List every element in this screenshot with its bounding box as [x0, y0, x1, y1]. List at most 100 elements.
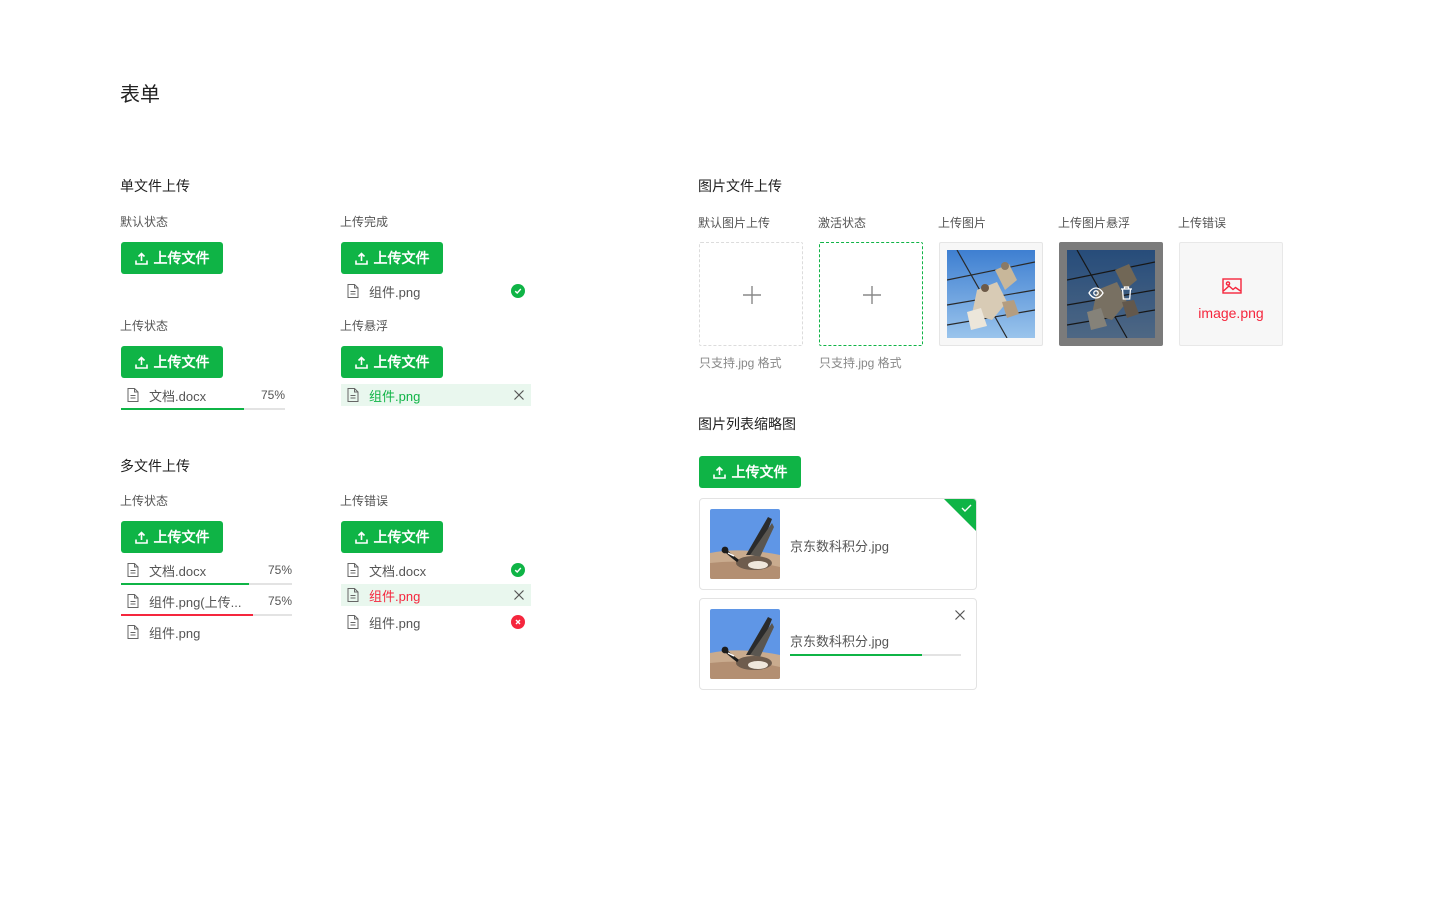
progress-fill: [121, 614, 253, 616]
uploaded-image[interactable]: [939, 242, 1043, 346]
thumbnail-image: [710, 509, 780, 579]
file-item[interactable]: 组件.png(上传... 75%: [121, 590, 292, 612]
page-title: 表单: [120, 84, 160, 106]
file-name: 文档.docx: [149, 563, 207, 579]
image-item-label: 上传错误: [1178, 216, 1227, 230]
upload-icon: [354, 251, 368, 265]
progress-bar: [121, 408, 285, 410]
multi-uploading-label: 上传状态: [120, 494, 169, 508]
single-default-label: 默认状态: [120, 215, 169, 229]
goose-photo: [710, 509, 780, 579]
file-icon: [127, 625, 139, 639]
upload-button-label: 上传文件: [153, 250, 210, 266]
file-item[interactable]: 组件.png: [341, 611, 531, 633]
file-name: 组件.png: [369, 615, 421, 631]
multi-error-label: 上传错误: [340, 494, 389, 508]
thumbnail-filename: 京东数科积分.jpg: [790, 634, 889, 649]
file-name: 组件.png: [149, 625, 201, 641]
file-item[interactable]: 文档.docx: [341, 559, 531, 581]
thumbnail-card[interactable]: 京东数科积分.jpg: [699, 498, 977, 590]
upload-button-label: 上传文件: [373, 354, 430, 370]
upload-button-label: 上传文件: [153, 529, 210, 545]
upload-button-label: 上传文件: [373, 250, 430, 266]
goose-photo: [710, 609, 780, 679]
upload-percent: 75%: [267, 563, 292, 577]
upload-icon: [134, 355, 148, 369]
thumbnail-filename: 京东数科积分.jpg: [790, 539, 889, 554]
success-icon: [511, 284, 525, 298]
upload-button-label: 上传文件: [153, 354, 210, 370]
file-item[interactable]: 组件.png: [121, 621, 292, 643]
progress-bar: [121, 614, 292, 616]
success-icon: [511, 563, 525, 577]
file-item[interactable]: 文档.docx 75%: [121, 559, 292, 581]
close-icon[interactable]: [513, 589, 525, 601]
upload-percent: 75%: [260, 388, 285, 402]
plus-icon: [743, 286, 761, 304]
file-name: 组件.png: [369, 588, 421, 604]
upload-percent: 75%: [267, 594, 292, 608]
file-icon: [127, 563, 139, 577]
upload-button-label: 上传文件: [373, 529, 430, 545]
file-icon: [127, 388, 139, 402]
upload-button[interactable]: 上传文件: [121, 242, 223, 274]
file-name: 组件.png: [369, 284, 421, 300]
image-error-filename: image.png: [1198, 305, 1264, 321]
thumbnail-list-title: 图片列表缩略图: [698, 416, 796, 432]
image-upload-title: 图片文件上传: [698, 178, 782, 194]
upload-icon: [354, 530, 368, 544]
uploaded-photo: [1067, 250, 1155, 338]
plus-icon: [863, 286, 881, 304]
close-icon[interactable]: [513, 389, 525, 401]
image-item-label: 默认图片上传: [698, 216, 771, 230]
single-hover-label: 上传悬浮: [340, 319, 389, 333]
upload-icon: [354, 355, 368, 369]
image-icon: [1222, 278, 1242, 294]
file-name: 组件.png: [369, 388, 421, 404]
file-item[interactable]: 组件.png: [341, 280, 531, 302]
image-error-box[interactable]: image.png: [1179, 242, 1283, 346]
upload-button[interactable]: 上传文件: [699, 456, 801, 488]
upload-button[interactable]: 上传文件: [341, 242, 443, 274]
progress-bar: [121, 583, 292, 585]
file-name: 组件.png(上传...: [149, 594, 242, 610]
file-name: 文档.docx: [149, 388, 207, 404]
trash-icon[interactable]: [1120, 286, 1133, 300]
single-done-label: 上传完成: [340, 215, 389, 229]
image-upload-box-active[interactable]: [819, 242, 923, 346]
single-uploading-label: 上传状态: [120, 319, 169, 333]
eye-icon[interactable]: [1088, 287, 1104, 299]
uploaded-photo: [947, 250, 1035, 338]
image-upload-box[interactable]: [699, 242, 803, 346]
upload-button[interactable]: 上传文件: [121, 346, 223, 378]
image-item-label: 上传图片: [938, 216, 987, 230]
file-item[interactable]: 文档.docx 75%: [121, 384, 285, 406]
file-icon: [347, 588, 359, 602]
format-hint: 只支持.jpg 格式: [699, 356, 782, 370]
file-name: 文档.docx: [369, 563, 427, 579]
multi-upload-title: 多文件上传: [120, 458, 190, 474]
error-icon: [511, 615, 525, 629]
upload-button-label: 上传文件: [731, 464, 788, 480]
file-icon: [347, 615, 359, 629]
upload-icon: [712, 465, 726, 479]
file-item[interactable]: 组件.png: [341, 584, 531, 606]
thumbnail-card[interactable]: 京东数科积分.jpg: [699, 598, 977, 690]
thumbnail-image: [710, 609, 780, 679]
upload-button[interactable]: 上传文件: [121, 521, 223, 553]
success-corner-icon: [944, 499, 976, 531]
progress-fill: [121, 408, 244, 410]
upload-icon: [134, 530, 148, 544]
format-hint: 只支持.jpg 格式: [819, 356, 902, 370]
upload-button[interactable]: 上传文件: [341, 521, 443, 553]
image-item-label: 上传图片悬浮: [1058, 216, 1131, 230]
close-icon[interactable]: [954, 609, 966, 621]
upload-icon: [134, 251, 148, 265]
single-upload-title: 单文件上传: [120, 178, 190, 194]
file-item[interactable]: 组件.png: [341, 384, 531, 406]
upload-button[interactable]: 上传文件: [341, 346, 443, 378]
image-item-label: 激活状态: [818, 216, 867, 230]
file-icon: [347, 388, 359, 402]
file-icon: [347, 563, 359, 577]
uploaded-image-hover[interactable]: [1059, 242, 1163, 346]
